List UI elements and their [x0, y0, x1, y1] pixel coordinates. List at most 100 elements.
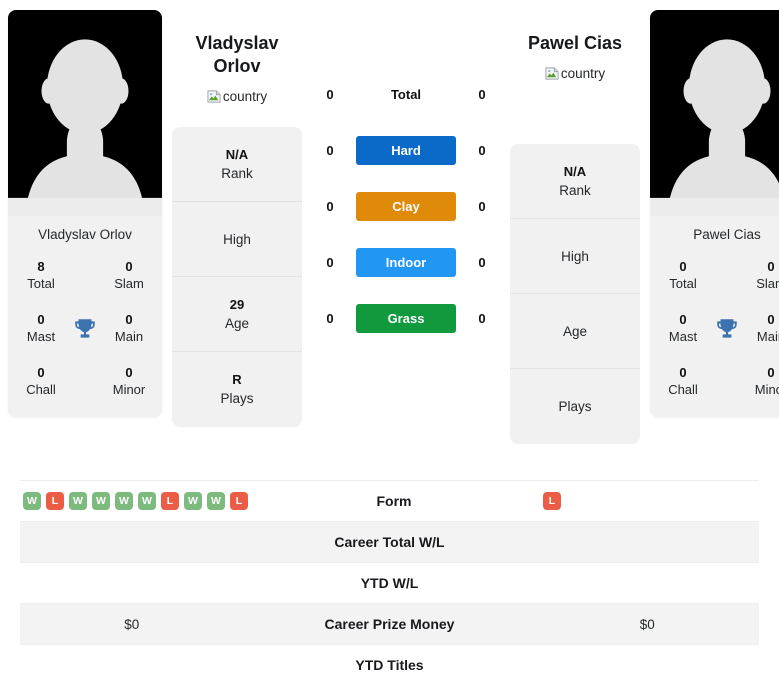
left-info-rank: N/A Rank: [172, 127, 302, 202]
stat-value: 8: [37, 259, 45, 274]
left-player-photo-caption: Vladyslav Orlov: [8, 216, 162, 252]
broken-image-icon: [207, 90, 221, 103]
trophy-icon: [75, 318, 95, 338]
table-row: YTD Titles: [20, 644, 759, 685]
trophy-icon: [717, 318, 737, 338]
info-label: High: [561, 248, 589, 264]
h2h-left-value: 0: [326, 254, 334, 270]
info-value: N/A: [225, 146, 249, 162]
right-player-card[interactable]: Pawel Cias 0 Total 0 Slam 0 Mast: [650, 10, 779, 417]
left-stat-mast: 0 Mast: [14, 307, 68, 350]
stat-value: 0: [679, 259, 687, 274]
form-badges-right: L: [540, 492, 759, 510]
form-badge-loss: L: [46, 492, 64, 510]
right-info-plays: Plays: [510, 369, 640, 444]
stat-value: 0: [37, 365, 45, 380]
right-trophy: [710, 316, 744, 342]
left-player-name[interactable]: Vladyslav Orlov: [174, 32, 300, 78]
h2h-left-value: 0: [326, 198, 334, 214]
h2h-surface-total: Total: [390, 86, 422, 102]
left-player-info-panel: N/A Rank High 29 Age R Plays: [172, 127, 302, 427]
left-player-country: country: [207, 89, 267, 104]
table-row: WLWWWWLWWL Form L: [20, 480, 759, 521]
stat-label: Mast: [26, 329, 56, 344]
form-right-cell: L: [540, 492, 759, 510]
row-label-ytd-titles: YTD Titles: [355, 657, 424, 673]
stat-label: Chall: [668, 382, 698, 397]
h2h-row-grass: 0 Grass 0: [304, 290, 508, 346]
broken-image-icon: [545, 67, 559, 80]
table-row: Career Total W/L: [20, 521, 759, 562]
h2h-surface-hard: Hard: [356, 135, 456, 165]
h2h-right-value: 0: [478, 142, 486, 158]
info-label: Rank: [221, 165, 253, 181]
left-player-card[interactable]: Vladyslav Orlov 8 Total 0 Slam 0 Mast 0 …: [8, 10, 162, 417]
right-stat-main: 0 Main: [744, 307, 779, 350]
info-label: Plays: [558, 399, 592, 414]
left-info-high: High: [172, 202, 302, 277]
stat-value: 0: [125, 312, 133, 327]
h2h-row-indoor: 0 Indoor 0: [304, 234, 508, 290]
form-badge-win: W: [92, 492, 110, 510]
stat-value: 0: [767, 365, 775, 380]
left-info-plays: R Plays: [172, 352, 302, 427]
stat-value: 0: [679, 312, 687, 327]
info-label: Age: [562, 323, 588, 339]
right-player-country: country: [545, 66, 605, 81]
left-player-titles-grid: 8 Total 0 Slam 0 Mast 0 Main 0 Chall 0 M…: [8, 252, 162, 417]
stat-label: Main: [756, 329, 779, 344]
right-player-photo-caption: Pawel Cias: [650, 216, 779, 252]
right-info-rank: N/A Rank: [510, 144, 640, 219]
right-player-name[interactable]: Pawel Cias: [512, 32, 638, 55]
career-prize-money-right: $0: [639, 616, 655, 632]
left-player-photo: [8, 10, 162, 216]
stat-label: Minor: [754, 382, 779, 397]
stat-label: Mast: [668, 329, 698, 344]
right-info-high: High: [510, 219, 640, 294]
row-label-career-total-wl: Career Total W/L: [334, 534, 445, 550]
right-player-photo-column: Pawel Cias 0 Total 0 Slam 0 Mast: [642, 10, 779, 417]
person-silhouette-icon: [8, 29, 162, 216]
h2h-row-hard: 0 Hard 0: [304, 122, 508, 178]
stat-label: Minor: [112, 382, 146, 397]
right-stat-slam: 0 Slam: [744, 254, 779, 297]
left-player-info-column: Vladyslav Orlov country N/A Rank High 29…: [170, 10, 304, 427]
right-country-alt-text: country: [560, 66, 606, 81]
person-silhouette-icon: [650, 29, 779, 216]
stat-label: Total: [27, 276, 55, 291]
h2h-surface-indoor: Indoor: [356, 247, 456, 277]
left-stat-minor: 0 Minor: [102, 360, 156, 403]
row-label-form: Form: [376, 493, 412, 509]
h2h-right-value: 0: [478, 310, 486, 326]
comparison-table: WLWWWWLWWL Form L Career Total W/L YTD W…: [0, 480, 779, 685]
stat-value: 0: [767, 259, 775, 274]
form-badge-win: W: [115, 492, 133, 510]
left-player-photo-column: Vladyslav Orlov 8 Total 0 Slam 0 Mast 0 …: [0, 10, 170, 417]
left-country-alt-text: country: [222, 89, 268, 104]
h2h-right-value: 0: [478, 86, 486, 102]
form-badge-win: W: [207, 492, 225, 510]
left-info-age: 29 Age: [172, 277, 302, 352]
h2h-left-value: 0: [326, 142, 334, 158]
right-stat-mast: 0 Mast: [656, 307, 710, 350]
table-row: $0 Career Prize Money $0: [20, 603, 759, 644]
h2h-surface-clay: Clay: [356, 191, 456, 221]
stat-label: Main: [114, 329, 144, 344]
head-to-head-rows: 0 Total 0 0 Hard 0 0 Clay 0 0 Indoor 0 0…: [304, 10, 508, 346]
left-stat-chall: 0 Chall: [14, 360, 68, 403]
h2h-row-total: 0 Total 0: [304, 66, 508, 122]
right-info-age: Age: [510, 294, 640, 369]
info-value: 29: [229, 296, 245, 312]
player-comparison-page: Vladyslav Orlov 8 Total 0 Slam 0 Mast 0 …: [0, 0, 779, 699]
form-badge-loss: L: [230, 492, 248, 510]
info-value: R: [232, 372, 242, 387]
form-badges-left: WLWWWWLWWL: [20, 492, 248, 510]
stat-value: 0: [125, 365, 133, 380]
table-row: YTD W/L: [20, 562, 759, 603]
row-label-ytd-wl: YTD W/L: [360, 575, 419, 591]
head-to-head-column: 0 Total 0 0 Hard 0 0 Clay 0 0 Indoor 0 0…: [304, 10, 508, 346]
info-label: Age: [224, 315, 250, 331]
stat-value: 0: [37, 312, 45, 327]
h2h-left-value: 0: [326, 86, 334, 102]
stat-label: Slam: [756, 276, 779, 291]
